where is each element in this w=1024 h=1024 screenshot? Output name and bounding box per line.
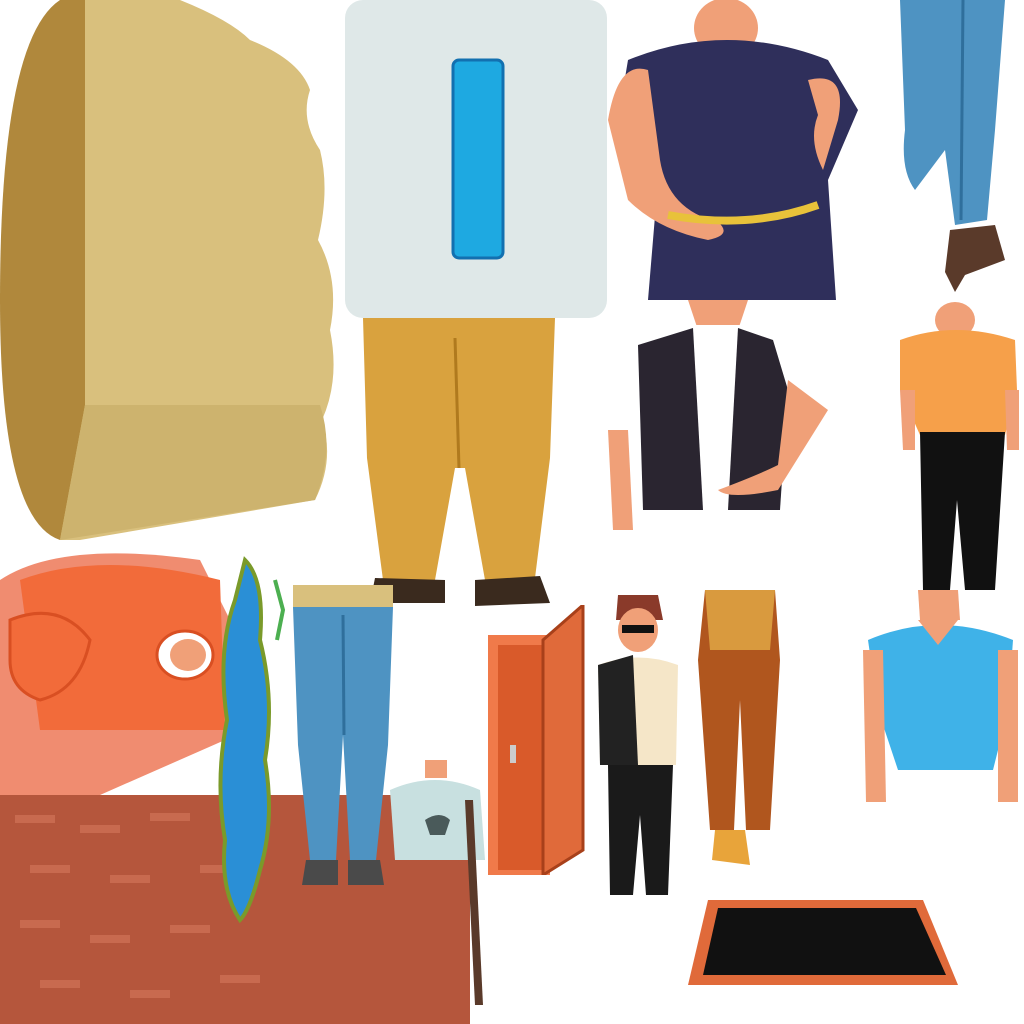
man-black-vest bbox=[608, 300, 848, 530]
mustard-trousers-legs bbox=[355, 318, 565, 610]
open-trapdoor bbox=[688, 890, 978, 995]
agent-in-sunglasses bbox=[588, 595, 688, 900]
sprite-sheet bbox=[0, 0, 1024, 1024]
brown-trousers-legs bbox=[690, 590, 790, 875]
milk-carton bbox=[345, 0, 607, 318]
man-orange-shirt bbox=[895, 300, 1024, 590]
man-orange-hoodie-back bbox=[0, 540, 240, 795]
cardboard-box bbox=[0, 0, 340, 540]
man-light-blue-shirt-with-cane bbox=[385, 760, 490, 1015]
blue-jeans-legs bbox=[895, 0, 1024, 292]
water-puddle bbox=[205, 540, 300, 930]
man-blue-shirt-torso bbox=[858, 590, 1024, 802]
chubby-man-navy-shirt bbox=[608, 0, 898, 300]
open-door bbox=[488, 605, 588, 875]
second-jeans-legs bbox=[288, 585, 398, 890]
